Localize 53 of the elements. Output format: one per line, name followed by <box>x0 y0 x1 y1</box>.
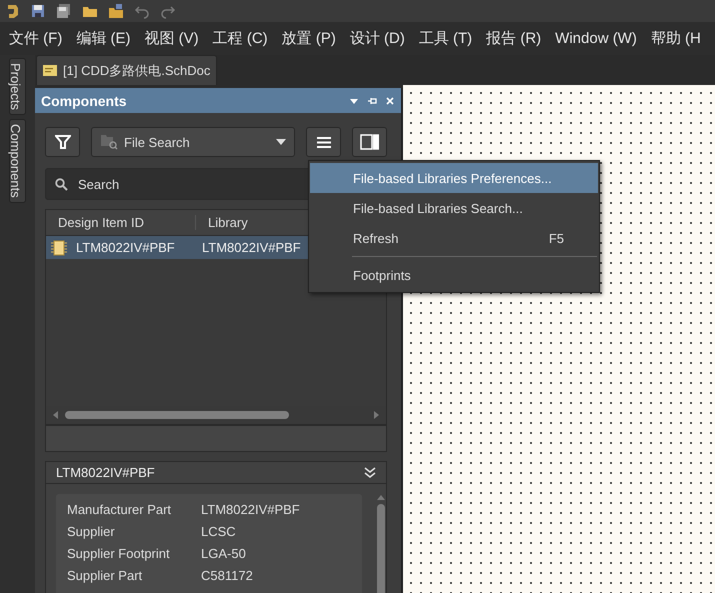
close-icon[interactable] <box>385 96 395 106</box>
menu-item[interactable]: 工程 (C) <box>212 29 274 48</box>
side-tab[interactable]: Components <box>9 118 26 203</box>
property-value: LTM8022IV#PBF <box>201 502 301 517</box>
scroll-right-icon[interactable] <box>373 410 380 420</box>
details-title: LTM8022IV#PBF <box>56 465 156 480</box>
folder-icon[interactable] <box>108 3 124 19</box>
column-header[interactable]: Design Item ID <box>46 215 196 230</box>
scroll-left-icon[interactable] <box>52 410 59 420</box>
menu-item[interactable]: 文件 (F) <box>9 29 68 48</box>
property-value: C581172 <box>201 568 254 583</box>
menu-item[interactable]: 放置 (P) <box>282 29 342 48</box>
menu-item[interactable]: 工具 (T) <box>418 29 478 48</box>
folder-search-icon <box>100 134 118 150</box>
pin-icon[interactable] <box>367 96 377 106</box>
menu-item[interactable]: File-based Libraries Search... <box>310 193 598 223</box>
collapse-icon[interactable] <box>364 467 376 478</box>
property-value: LGA-50 <box>201 546 247 561</box>
property-name: Supplier Footprint <box>67 546 171 561</box>
app-logo-icon[interactable] <box>6 3 20 19</box>
funnel-icon <box>54 134 70 150</box>
menu-item[interactable]: 视图 (V) <box>144 29 205 48</box>
document-icon <box>43 65 57 76</box>
scrollbar-thumb[interactable] <box>65 411 289 419</box>
menu-item[interactable]: 编辑 (E) <box>76 29 136 48</box>
layout-button[interactable] <box>352 127 387 157</box>
panel-title: Components <box>41 92 128 108</box>
save-all-icon[interactable] <box>56 3 72 19</box>
side-tab[interactable]: Projects <box>9 58 26 115</box>
shortcut-label: F5 <box>548 230 564 246</box>
menu-item[interactable]: 设计 (D) <box>350 29 411 48</box>
caret-icon <box>276 139 286 145</box>
property-value: LCSC <box>201 524 237 539</box>
save-icon[interactable] <box>30 3 46 19</box>
property-name: Supplier Part <box>67 568 144 583</box>
document-tab[interactable]: [1] CDD多路供电.SchDoc <box>36 55 218 85</box>
property-name: Supplier <box>67 524 116 539</box>
menu-button[interactable] <box>306 127 341 157</box>
filter-button[interactable] <box>45 127 80 157</box>
menu-icon <box>316 136 330 148</box>
menu-item[interactable]: Footprints <box>310 260 598 290</box>
table-cell: LTM8022IV#PBF <box>202 240 301 255</box>
chip-icon <box>50 240 68 256</box>
menu-item[interactable]: File-based Libraries Preferences... <box>310 163 598 193</box>
menu-item[interactable]: Window (W) <box>555 30 643 47</box>
scrollbar-thumb[interactable] <box>377 504 385 593</box>
split-panel-icon <box>360 134 380 150</box>
menu-item[interactable]: 帮助 (H <box>650 29 707 48</box>
property-name: Manufacturer Part <box>67 502 172 517</box>
source-dropdown[interactable]: File Search <box>91 127 295 157</box>
search-icon <box>55 178 68 190</box>
table-cell-text: LTM8022IV#PBF <box>76 240 176 255</box>
menu-item[interactable]: 报告 (R) <box>486 29 548 48</box>
